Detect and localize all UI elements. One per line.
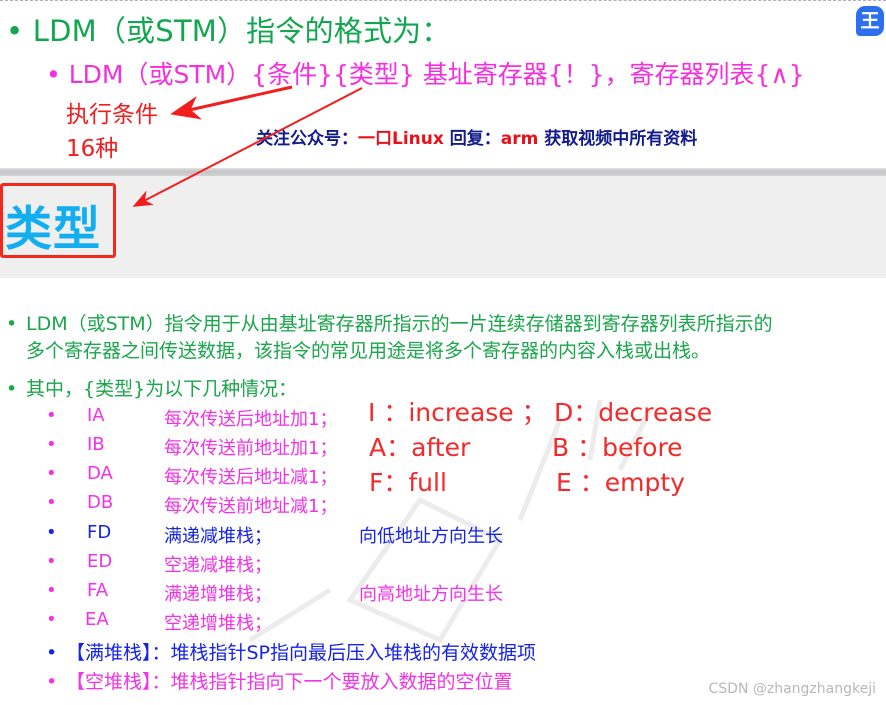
ldm-description-line2: 多个寄存器之间传送数据，该指令的常见用途是将多个寄存器的内容入栈或出栈。: [26, 340, 711, 362]
type-code: DB: [87, 492, 114, 513]
format-heading-text: LDM（或STM）指令的格式为：: [32, 14, 451, 48]
type-desc: 每次传送后地址减1；: [164, 467, 338, 488]
notice-text: 回复：: [443, 129, 501, 149]
type-note: 向高地址方向生长: [359, 584, 503, 605]
type-desc: 空递减堆栈；: [164, 555, 272, 576]
bullet: •: [46, 580, 57, 601]
bullet: •: [6, 14, 24, 48]
abbr-e: E ：empty: [556, 468, 685, 497]
bullet: •: [6, 313, 18, 335]
syntax-text: LDM（或STM）{条件}{类型} 基址寄存器{！}，寄存器列表{∧}: [68, 60, 805, 89]
type-code: DA: [87, 463, 113, 484]
exec-condition-count: 16种: [66, 136, 119, 162]
type-intro-text: 其中，{类型}为以下几种情况：: [26, 378, 298, 400]
empty-stack-text: 【空堆栈】：堆栈指针指向下一个要放入数据的空位置: [66, 671, 513, 693]
exec-condition-label: 执行条件: [66, 102, 158, 128]
type-desc: 每次传送前地址减1；: [164, 496, 338, 517]
bullet: •: [46, 405, 57, 426]
csdn-watermark: CSDN @zhangzhangkeji: [708, 681, 877, 697]
format-heading: • LDM（或STM）指令的格式为：: [6, 8, 451, 50]
bullet: •: [46, 463, 57, 484]
type-note: 向低地址方向生长: [359, 526, 503, 547]
bullet: •: [46, 492, 57, 513]
section-title: 类型: [5, 202, 101, 257]
type-code: IA: [87, 405, 105, 426]
bullet: •: [46, 671, 58, 693]
ldm-description-line1: LDM（或STM）指令用于从由基址寄存器所指示的一片连续存储器到寄存器列表所指示…: [26, 313, 773, 335]
bullet: •: [46, 642, 58, 664]
bullet: •: [46, 60, 61, 89]
app-chat-icon[interactable]: 王: [856, 6, 884, 36]
abbr-a: A：after: [369, 433, 471, 462]
type-desc: 空递增堆栈；: [164, 613, 272, 634]
full-stack-text: 【满堆栈】：堆栈指针SP指向最后压入堆栈的有效数据项: [66, 642, 537, 664]
notice-text: 关注公众号：: [256, 129, 358, 149]
abbr-b: B ：before: [552, 433, 683, 462]
notice-banner: 关注公众号：一口Linux 回复：arm 获取视频中所有资料: [256, 124, 697, 149]
ldm-description: • LDM（或STM）指令用于从由基址寄存器所指示的一片连续存储器到寄存器列表所指…: [6, 311, 773, 365]
bullet: •: [46, 434, 57, 455]
abbr-f: F：full: [369, 468, 447, 497]
type-code: IB: [87, 434, 105, 455]
type-code: ED: [87, 551, 113, 572]
empty-stack-definition: • 【空堆栈】：堆栈指针指向下一个要放入数据的空位置: [46, 667, 513, 694]
type-intro: • 其中，{类型}为以下几种情况：: [6, 374, 297, 401]
bullet: •: [46, 551, 57, 572]
section-title-band: [0, 176, 886, 278]
exec-condition-annotation: 执行条件 16种: [66, 98, 158, 166]
full-stack-definition: • 【满堆栈】：堆栈指针SP指向最后压入堆栈的有效数据项: [46, 638, 536, 665]
type-desc: 每次传送后地址加1；: [164, 409, 338, 430]
slide-separator: [0, 168, 886, 176]
abbr-d: D：decrease: [554, 398, 713, 427]
notice-account: 一口Linux: [358, 129, 444, 149]
bullet: •: [46, 609, 57, 630]
abbr-i: I ：increase ；: [368, 398, 547, 427]
type-desc: 满递减堆栈；: [164, 526, 272, 547]
syntax-line: • LDM（或STM）{条件}{类型} 基址寄存器{！}，寄存器列表{∧}: [46, 55, 805, 91]
bullet: •: [6, 378, 18, 400]
type-code: FA: [87, 580, 109, 601]
notice-text: 获取视频中所有资料: [538, 129, 698, 149]
type-desc: 满递增堆栈；: [164, 584, 272, 605]
type-code: FD: [87, 522, 112, 543]
type-code: EA: [85, 609, 109, 630]
bullet: •: [46, 522, 57, 543]
slide-top-border: [0, 0, 886, 3]
type-desc: 每次传送前地址加1；: [164, 438, 338, 459]
notice-keyword: arm: [500, 129, 539, 149]
